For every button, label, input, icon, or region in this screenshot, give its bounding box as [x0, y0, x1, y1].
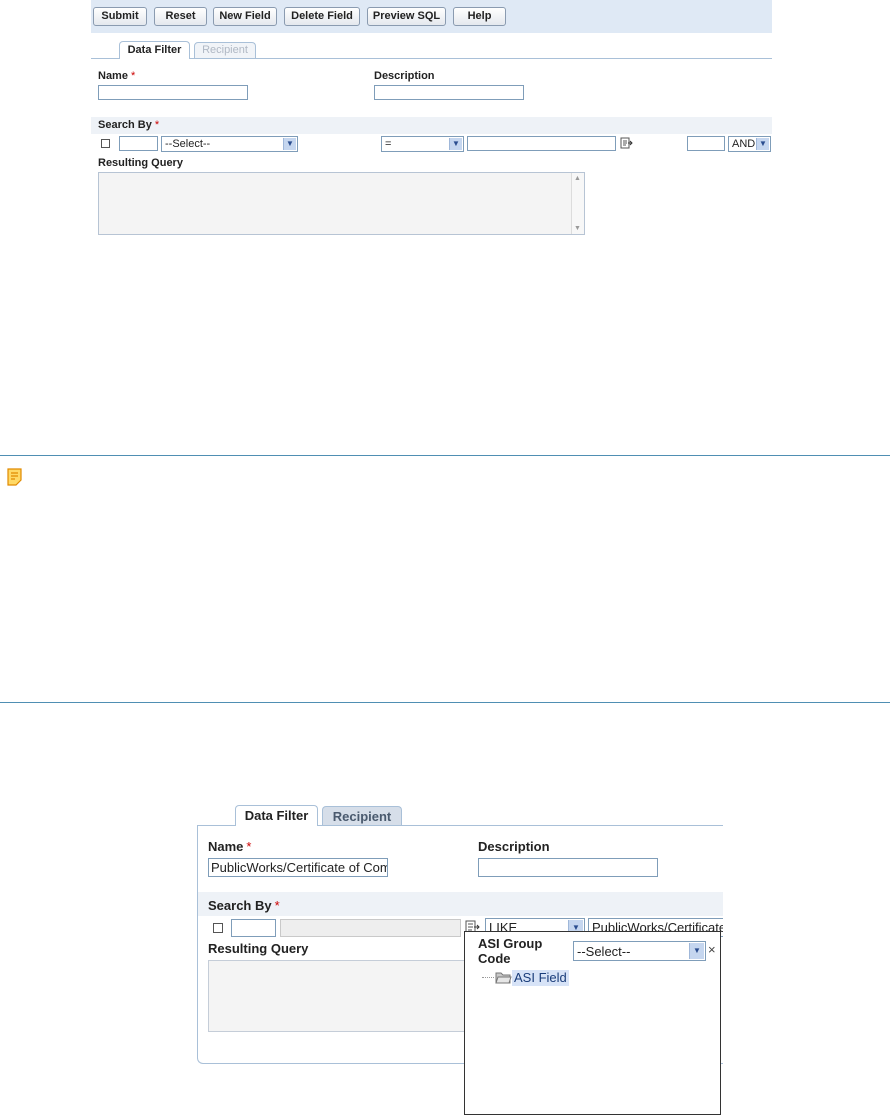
asi-group-select[interactable]: --Select-- ▼: [573, 941, 706, 961]
name-input[interactable]: PublicWorks/Certificate of Comp: [208, 858, 388, 877]
separator-bottom: [0, 702, 890, 703]
tab-recipient[interactable]: Recipient: [194, 42, 256, 58]
name-label: Name *: [208, 839, 252, 854]
help-button[interactable]: Help: [453, 7, 506, 26]
search-by-label: Search By *: [98, 119, 160, 131]
connector-select[interactable]: AND ▼: [728, 136, 771, 152]
operator-select[interactable]: = ▼: [381, 136, 464, 152]
note-icon: [7, 468, 22, 486]
required-mark: *: [274, 898, 280, 913]
tab-underline: [91, 58, 772, 59]
required-mark: *: [130, 70, 136, 82]
preview-sql-button[interactable]: Preview SQL: [367, 7, 446, 26]
field-select[interactable]: --Select-- ▼: [161, 136, 298, 152]
resulting-query-textarea[interactable]: ▲ ▼: [98, 172, 585, 235]
reset-button[interactable]: Reset: [154, 7, 207, 26]
tree-connector: [482, 977, 494, 978]
close-icon[interactable]: ×: [708, 942, 716, 957]
value-input[interactable]: [467, 136, 616, 151]
chevron-down-icon: ▼: [689, 943, 704, 959]
description-input[interactable]: [478, 858, 658, 877]
close-paren-input[interactable]: [687, 136, 725, 151]
tab-data-filter[interactable]: Data Filter: [119, 41, 190, 59]
row-checkbox[interactable]: [213, 923, 223, 933]
delete-field-button[interactable]: Delete Field: [284, 7, 360, 26]
resulting-query-textarea[interactable]: [208, 960, 478, 1032]
chevron-down-icon: ▼: [449, 138, 462, 150]
scrollbar[interactable]: ▲ ▼: [571, 173, 584, 234]
tab-data-filter[interactable]: Data Filter: [235, 805, 318, 826]
row-checkbox[interactable]: [101, 139, 110, 148]
submit-button[interactable]: Submit: [93, 7, 147, 26]
resulting-query-label: Resulting Query: [98, 157, 183, 169]
folder-open-icon: [495, 972, 512, 984]
description-label: Description: [374, 70, 435, 82]
separator-top: [0, 455, 890, 456]
chevron-down-icon: ▼: [283, 138, 296, 150]
asi-group-popup: ASI Group Code --Select-- ▼ × ASI Field: [464, 931, 721, 1115]
description-label: Description: [478, 839, 550, 854]
scroll-up-icon[interactable]: ▲: [574, 175, 581, 182]
required-mark: *: [154, 119, 160, 131]
required-mark: *: [246, 839, 252, 854]
tree-item-asi-field[interactable]: ASI Field: [512, 970, 569, 986]
description-input[interactable]: [374, 85, 524, 100]
search-by-label: Search By *: [208, 898, 280, 913]
field-select-disabled[interactable]: [280, 919, 461, 937]
name-input[interactable]: [98, 85, 248, 100]
scroll-down-icon[interactable]: ▼: [574, 225, 581, 232]
picker-icon[interactable]: [620, 137, 633, 150]
open-paren-input[interactable]: [119, 136, 158, 151]
resulting-query-label: Resulting Query: [208, 941, 309, 956]
open-paren-input[interactable]: [231, 919, 276, 937]
asi-group-code-label: ASI Group Code: [478, 936, 543, 966]
chevron-down-icon: ▼: [756, 138, 769, 150]
new-field-button[interactable]: New Field: [213, 7, 277, 26]
name-label: Name *: [98, 70, 136, 82]
toolbar: Submit Reset New Field Delete Field Prev…: [91, 0, 772, 33]
search-by-header: [91, 117, 772, 134]
tab-recipient[interactable]: Recipient: [322, 806, 402, 825]
